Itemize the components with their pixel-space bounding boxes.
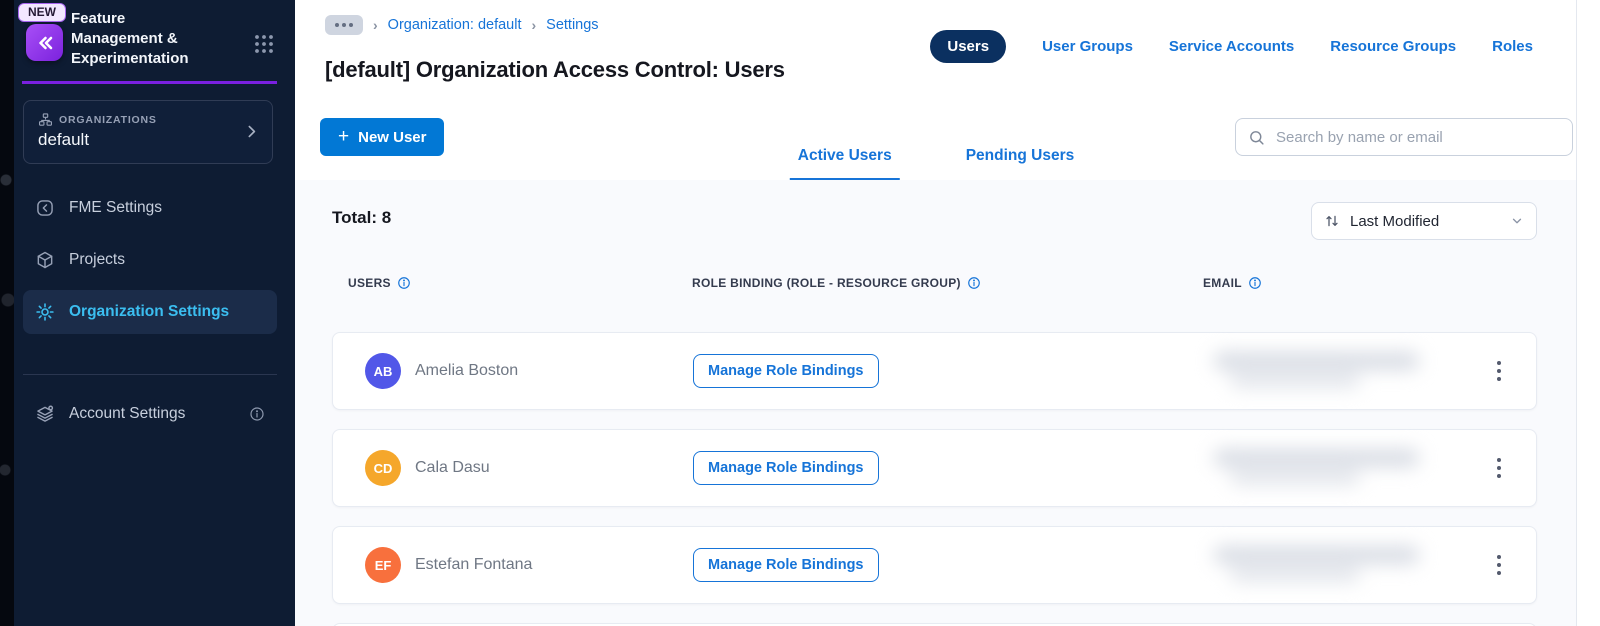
breadcrumb-separator: ›: [373, 17, 378, 33]
email-redacted: [1214, 541, 1454, 589]
tab-roles[interactable]: Roles: [1492, 38, 1533, 55]
row-menu-icon[interactable]: [1491, 452, 1507, 484]
sidebar-item-projects[interactable]: Projects: [23, 238, 277, 282]
user-name: Estefan Fontana: [415, 556, 533, 573]
tab-service-accounts[interactable]: Service Accounts: [1169, 38, 1294, 55]
cube-icon: [35, 250, 55, 270]
column-header-email: EMAIL: [1203, 276, 1431, 290]
search-input[interactable]: [1274, 127, 1560, 147]
user-name: Cala Dasu: [415, 459, 490, 476]
tab-user-groups[interactable]: User Groups: [1042, 38, 1133, 55]
table-header-row: USERS ROLE BINDING (ROLE - RESOURCE GROU…: [332, 276, 1537, 290]
access-control-tabs: Users User Groups Service Accounts Resou…: [930, 30, 1533, 63]
page-header: › Organization: default › Settings [defa…: [295, 0, 1577, 94]
chevron-down-icon: [1510, 214, 1524, 228]
tab-resource-groups[interactable]: Resource Groups: [1330, 38, 1456, 55]
manage-role-bindings-button[interactable]: Manage Role Bindings: [693, 451, 879, 485]
sidebar: NEW Feature Management & Experimentation: [14, 0, 295, 626]
user-state-tabs: Active Users Pending Users: [789, 147, 1083, 181]
tab-users[interactable]: Users: [930, 30, 1007, 63]
tab-active-users[interactable]: Active Users: [789, 147, 900, 181]
sort-arrows-icon: [1324, 213, 1340, 229]
email-redacted: [1214, 347, 1454, 395]
plus-icon: +: [338, 125, 350, 147]
tab-pending-users[interactable]: Pending Users: [958, 147, 1083, 181]
email-redacted: [1214, 444, 1454, 492]
gear-icon: [35, 302, 55, 322]
sort-dropdown-value: Last Modified: [1350, 212, 1440, 230]
org-selector[interactable]: ORGANIZATIONS default: [23, 100, 273, 164]
info-icon[interactable]: [249, 406, 265, 422]
new-user-button[interactable]: + New User: [320, 118, 445, 156]
scroll-gutter: [1576, 0, 1600, 626]
toolbar: + New User Active Users Pending Users: [295, 93, 1577, 181]
org-selector-value: default: [38, 130, 90, 149]
manage-role-bindings-button[interactable]: Manage Role Bindings: [693, 548, 879, 582]
row-menu-icon[interactable]: [1491, 355, 1507, 387]
avatar: CD: [365, 450, 401, 486]
users-list: AB Amelia Boston Manage Role Bindings CD…: [295, 332, 1577, 626]
sidebar-item-fme-settings[interactable]: FME Settings: [23, 186, 277, 230]
brand-divider: [22, 81, 277, 84]
new-badge: NEW: [18, 3, 66, 22]
hierarchy-icon: [38, 112, 53, 127]
org-selector-label: ORGANIZATIONS: [59, 113, 157, 126]
column-header-role-binding: ROLE BINDING (ROLE - RESOURCE GROUP): [692, 276, 1203, 290]
search-box: [1235, 118, 1573, 156]
sidebar-item-label: Projects: [69, 251, 125, 268]
sidebar-header: NEW Feature Management & Experimentation: [14, 0, 295, 84]
column-header-users: USERS: [348, 276, 692, 290]
breadcrumb-overflow-icon[interactable]: [325, 15, 363, 35]
product-title: Feature Management & Experimentation: [71, 10, 189, 67]
app-logo-icon[interactable]: [26, 24, 63, 61]
table-row: EF Estefan Fontana Manage Role Bindings: [332, 526, 1537, 604]
breadcrumb-link-settings[interactable]: Settings: [546, 17, 598, 33]
layers-gear-icon: [35, 404, 55, 424]
info-icon[interactable]: [1248, 276, 1262, 290]
sort-dropdown[interactable]: Last Modified: [1311, 202, 1537, 240]
left-rail: [0, 0, 14, 626]
apps-grid-icon[interactable]: [253, 33, 275, 60]
table-row: AB Amelia Boston Manage Role Bindings: [332, 332, 1537, 410]
info-icon[interactable]: [967, 276, 981, 290]
sidebar-item-account-settings[interactable]: Account Settings: [23, 392, 277, 436]
info-icon[interactable]: [397, 276, 411, 290]
fme-settings-icon: [35, 198, 55, 218]
row-menu-icon[interactable]: [1491, 549, 1507, 581]
avatar: EF: [365, 547, 401, 583]
total-count: Total: 8: [332, 208, 392, 227]
avatar: AB: [365, 353, 401, 389]
screen: NEW Feature Management & Experimentation: [0, 0, 1600, 626]
user-cell: EF Estefan Fontana: [365, 547, 693, 583]
manage-role-bindings-button[interactable]: Manage Role Bindings: [693, 354, 879, 388]
search-icon: [1250, 130, 1264, 145]
chevron-right-icon: [243, 123, 260, 145]
sidebar-divider: [23, 374, 277, 375]
user-cell: AB Amelia Boston: [365, 353, 693, 389]
user-name: Amelia Boston: [415, 362, 519, 379]
users-list-panel: Total: 8 Last Modified USERS ROLE BINDIN…: [295, 180, 1577, 626]
user-cell: CD Cala Dasu: [365, 450, 693, 486]
sidebar-nav: FME Settings Projects Organization Setti…: [23, 186, 277, 342]
breadcrumb-link-organization[interactable]: Organization: default: [388, 17, 522, 33]
sidebar-item-label: Account Settings: [69, 405, 186, 422]
sidebar-item-label: Organization Settings: [69, 303, 230, 320]
sidebar-item-label: FME Settings: [69, 199, 163, 216]
new-user-button-label: New User: [358, 128, 427, 146]
main-area: › Organization: default › Settings [defa…: [295, 0, 1600, 626]
breadcrumb: › Organization: default › Settings: [325, 15, 599, 35]
breadcrumb-separator: ›: [531, 17, 537, 33]
sidebar-item-organization-settings[interactable]: Organization Settings: [23, 290, 277, 334]
table-row: CD Cala Dasu Manage Role Bindings: [332, 429, 1537, 507]
page-title: [default] Organization Access Control: U…: [325, 56, 785, 82]
